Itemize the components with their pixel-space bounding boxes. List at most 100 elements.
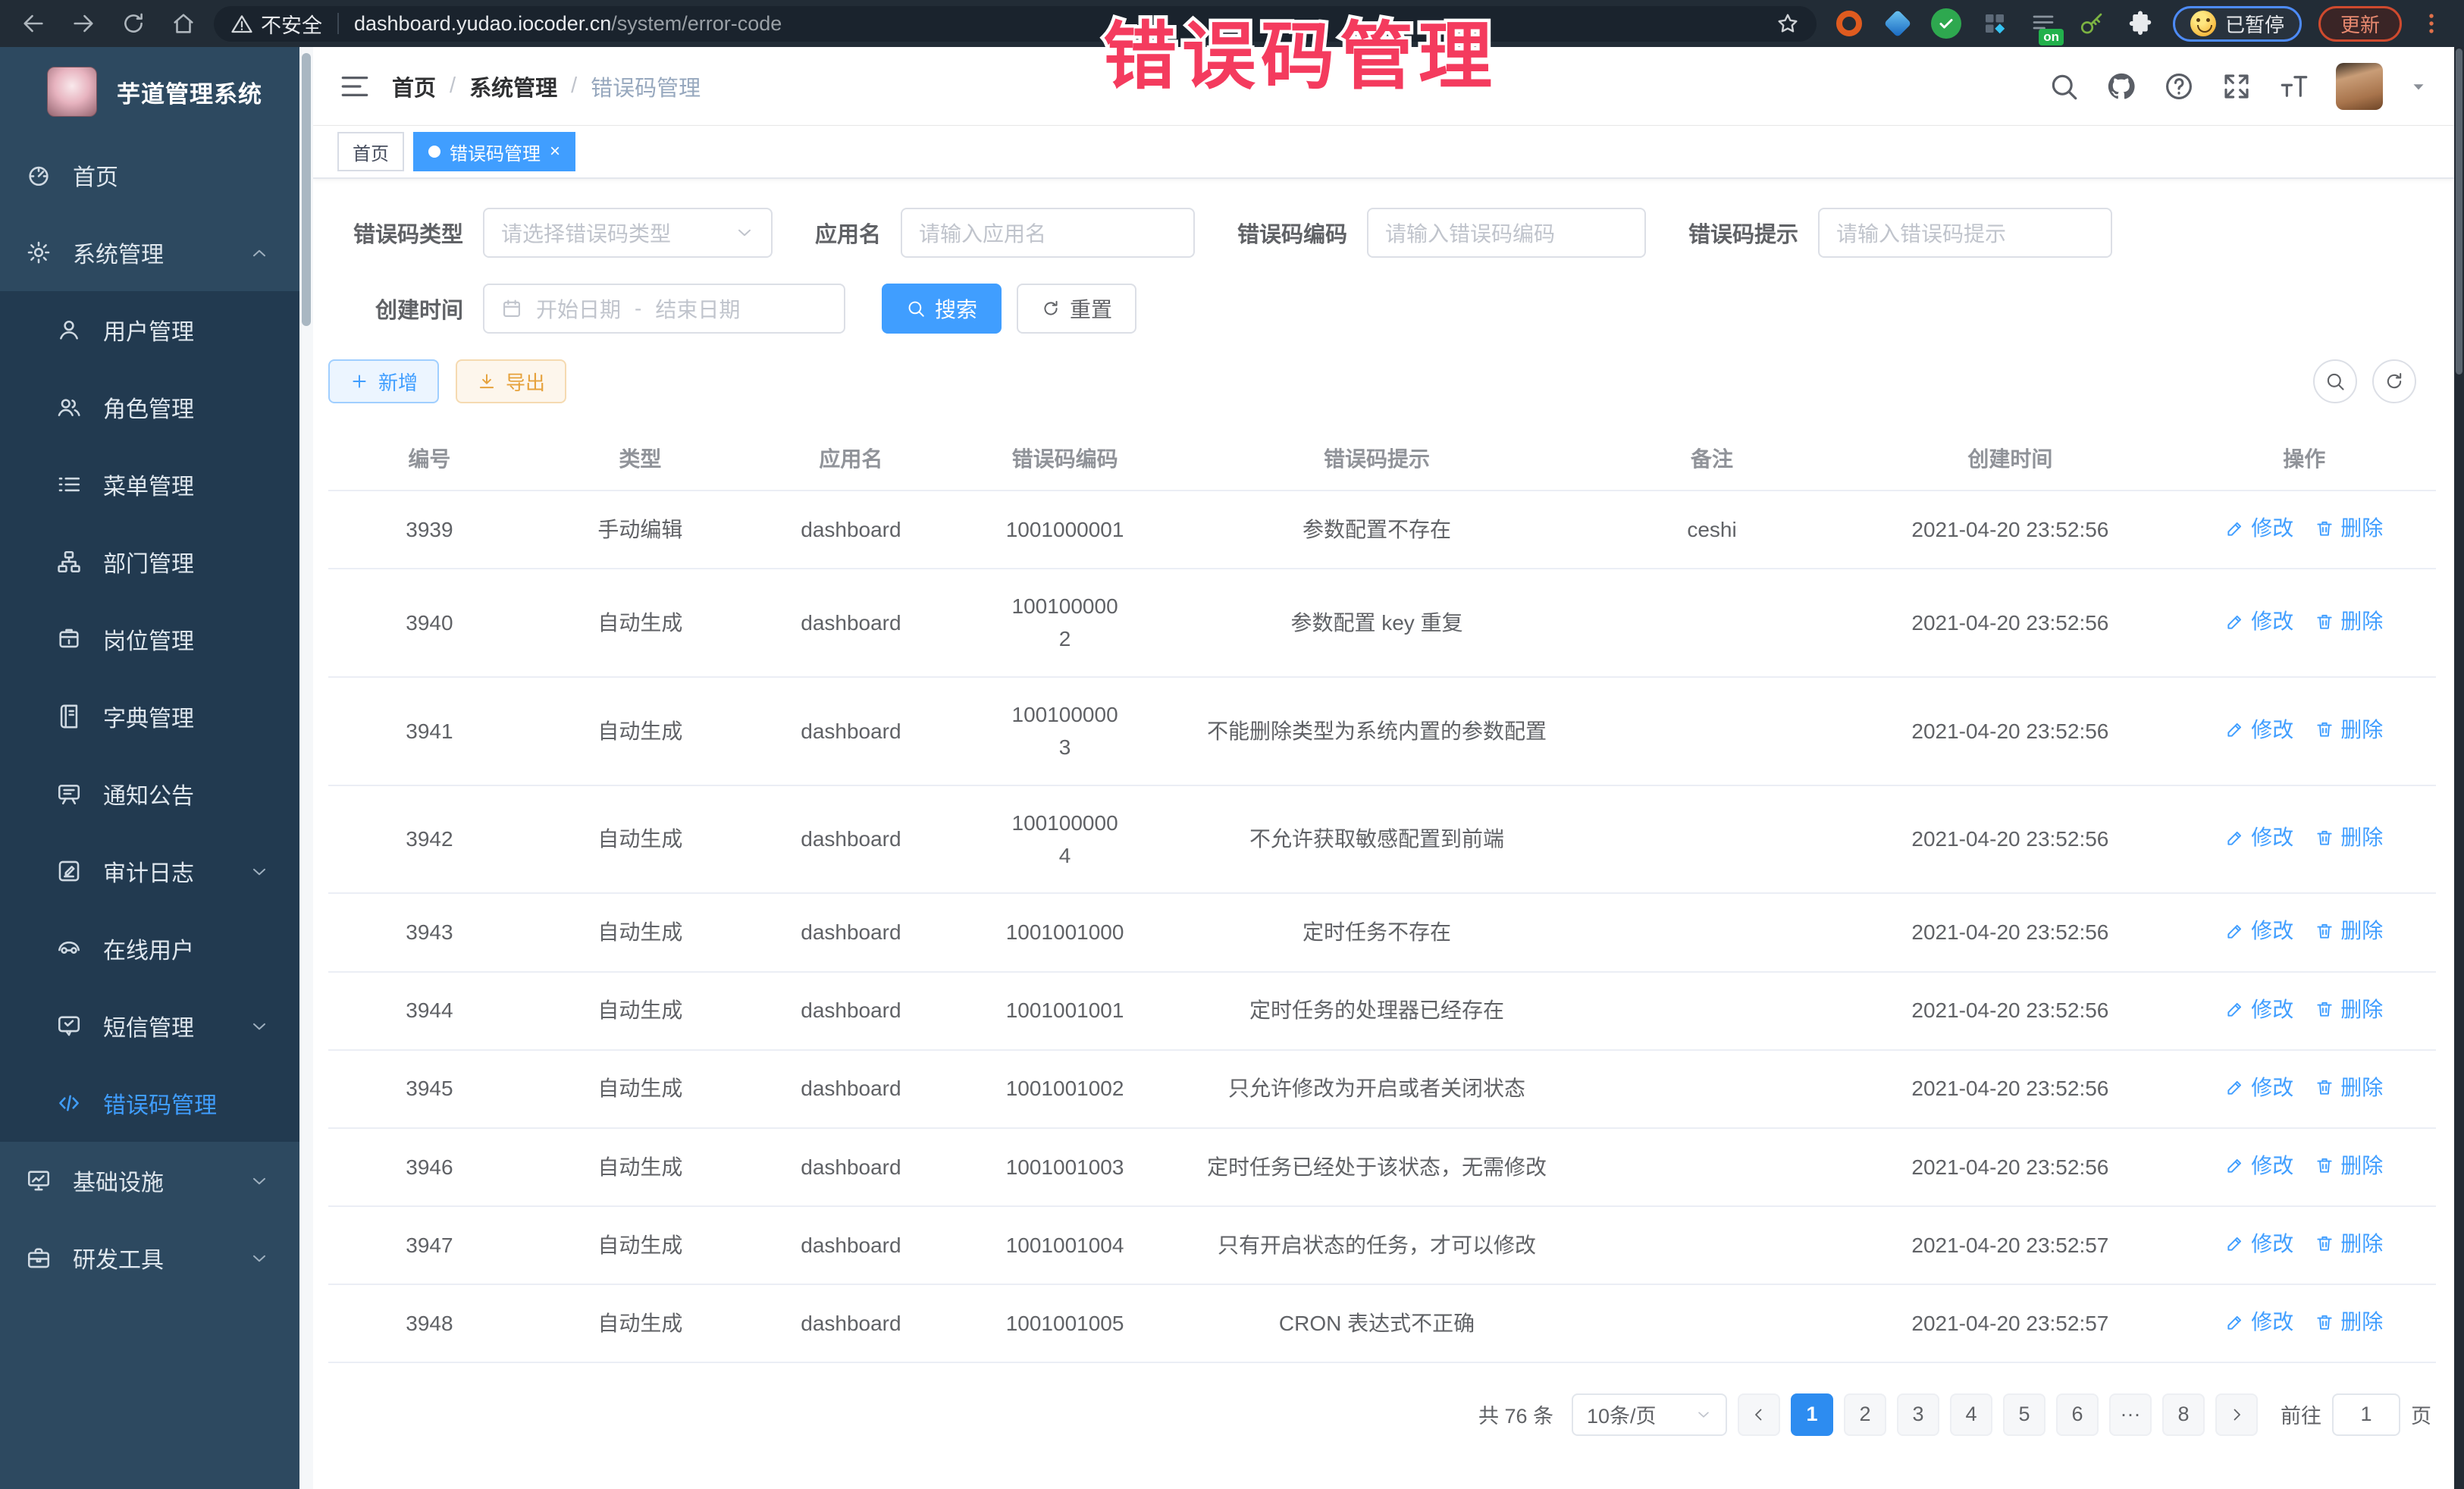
browser-home-button[interactable]: [164, 5, 203, 42]
extension-grid-icon[interactable]: [1979, 8, 2011, 39]
avatar[interactable]: [2336, 63, 2383, 110]
extension-key-icon[interactable]: [2076, 8, 2108, 39]
page-button-4[interactable]: 4: [1950, 1393, 1992, 1436]
bookmark-star-icon[interactable]: [1776, 11, 1800, 36]
edit-link[interactable]: 修改: [2225, 993, 2293, 1026]
delete-link[interactable]: 删除: [2315, 1149, 2383, 1182]
sidebar-scrollbar[interactable]: [299, 47, 313, 1489]
browser-forward-button[interactable]: [64, 5, 103, 42]
toggle-search-button[interactable]: [2313, 359, 2357, 403]
page-button-3[interactable]: 3: [1897, 1393, 1939, 1436]
extensions-puzzle-icon[interactable]: [2124, 8, 2156, 39]
edit-link[interactable]: 修改: [2225, 605, 2293, 638]
error-type-select[interactable]: 请选择错误码类型: [483, 208, 773, 258]
edit-link[interactable]: 修改: [2225, 821, 2293, 854]
sidebar-item-审计日志[interactable]: 审计日志: [0, 832, 299, 910]
browser-reload-button[interactable]: [114, 5, 153, 42]
tag-close-icon[interactable]: ×: [550, 143, 560, 161]
edit-link[interactable]: 修改: [2225, 1227, 2293, 1260]
page-size-select[interactable]: 10条/页: [1572, 1393, 1727, 1436]
page-button-1[interactable]: 1: [1791, 1393, 1833, 1436]
sidebar-item-通知公告[interactable]: 通知公告: [0, 755, 299, 832]
error-hint-input[interactable]: 请输入错误码提示: [1818, 208, 2112, 258]
reset-button[interactable]: 重置: [1017, 284, 1136, 334]
sidebar-item-部门管理[interactable]: 部门管理: [0, 523, 299, 600]
delete-link[interactable]: 删除: [2315, 1071, 2383, 1104]
extension-orange-icon[interactable]: [1833, 8, 1865, 39]
sidebar-item-系统管理[interactable]: 系统管理: [0, 214, 299, 291]
page-size-value: 10条/页: [1587, 1400, 1657, 1429]
page-button-5[interactable]: 5: [2003, 1393, 2045, 1436]
page-ellipsis[interactable]: ···: [2109, 1393, 2152, 1436]
delete-link[interactable]: 删除: [2315, 713, 2383, 746]
sidebar-item-岗位管理[interactable]: 岗位管理: [0, 600, 299, 678]
delete-link[interactable]: 删除: [2315, 993, 2383, 1026]
extension-gem-icon[interactable]: [1882, 8, 1914, 39]
paused-label: 已暂停: [2225, 10, 2284, 38]
browser-back-button[interactable]: [14, 5, 53, 42]
breadcrumb-item-系统管理[interactable]: 系统管理: [469, 71, 557, 102]
edit-link[interactable]: 修改: [2225, 914, 2293, 947]
next-page-button[interactable]: [2215, 1393, 2258, 1436]
sidebar-item-字典管理[interactable]: 字典管理: [0, 678, 299, 755]
page-scrollbar-thumb[interactable]: [2456, 49, 2462, 375]
edit-link[interactable]: 修改: [2225, 1149, 2293, 1182]
sidebar-item-label: 首页: [73, 158, 118, 192]
browser-menu-kebab-icon[interactable]: [2419, 11, 2444, 36]
app-logo[interactable]: 芋道管理系统: [0, 47, 299, 136]
font-size-icon[interactable]: [2278, 71, 2310, 102]
prev-page-button[interactable]: [1738, 1393, 1780, 1436]
tag-首页[interactable]: 首页: [337, 132, 404, 171]
edit-link[interactable]: 修改: [2225, 1306, 2293, 1338]
code-icon: [56, 1090, 82, 1116]
search-button[interactable]: 搜索: [882, 284, 1002, 334]
delete-link[interactable]: 删除: [2315, 914, 2383, 947]
header-search-icon[interactable]: [2048, 71, 2080, 102]
address-bar[interactable]: 不安全 dashboard.yudao.iocoder.cn/system/er…: [214, 6, 1817, 42]
sidebar-item-在线用户[interactable]: 在线用户: [0, 910, 299, 987]
export-button[interactable]: 导出: [456, 359, 566, 403]
error-code-input[interactable]: 请输入错误码编码: [1367, 208, 1646, 258]
edit-link[interactable]: 修改: [2225, 713, 2293, 746]
profile-paused-chip[interactable]: 已暂停: [2173, 6, 2302, 42]
page-button-2[interactable]: 2: [1844, 1393, 1886, 1436]
tag-错误码管理[interactable]: 错误码管理 ×: [413, 132, 575, 171]
goto-page-input[interactable]: 1: [2332, 1393, 2400, 1436]
sidebar-item-用户管理[interactable]: 用户管理: [0, 291, 299, 368]
edit-link[interactable]: 修改: [2225, 1071, 2293, 1104]
app-name-input[interactable]: 请输入应用名: [901, 208, 1195, 258]
sidebar-scrollbar-thumb[interactable]: [302, 53, 311, 326]
date-separator: -: [635, 296, 641, 321]
page-button-8[interactable]: 8: [2162, 1393, 2205, 1436]
tag-label: 错误码管理: [450, 139, 541, 165]
add-button[interactable]: 新增: [328, 359, 439, 403]
hamburger-icon[interactable]: [339, 71, 371, 102]
delete-link[interactable]: 删除: [2315, 1306, 2383, 1338]
delete-link[interactable]: 删除: [2315, 821, 2383, 854]
sidebar-item-基础设施[interactable]: 基础设施: [0, 1142, 299, 1219]
breadcrumb-item-首页[interactable]: 首页: [392, 71, 436, 102]
page-scrollbar[interactable]: [2454, 47, 2464, 1489]
fullscreen-icon[interactable]: [2221, 71, 2252, 102]
page-button-6[interactable]: 6: [2056, 1393, 2099, 1436]
sidebar-item-角色管理[interactable]: 角色管理: [0, 368, 299, 446]
github-icon[interactable]: [2105, 71, 2137, 102]
avatar-caret-down-icon[interactable]: [2409, 77, 2428, 96]
refresh-table-button[interactable]: [2372, 359, 2416, 403]
start-date-placeholder: 开始日期: [536, 293, 621, 324]
edit-link[interactable]: 修改: [2225, 512, 2293, 544]
sidebar-item-研发工具[interactable]: 研发工具: [0, 1219, 299, 1296]
date-range-picker[interactable]: 开始日期 - 结束日期: [483, 284, 845, 334]
delete-link[interactable]: 删除: [2315, 605, 2383, 638]
sidebar-item-菜单管理[interactable]: 菜单管理: [0, 446, 299, 523]
help-icon[interactable]: [2163, 71, 2195, 102]
extension-lines-on-icon[interactable]: on: [2027, 8, 2059, 39]
sidebar-item-错误码管理[interactable]: 错误码管理: [0, 1064, 299, 1142]
extension-green-check-icon[interactable]: [1930, 8, 1962, 39]
sidebar-item-短信管理[interactable]: 短信管理: [0, 987, 299, 1064]
delete-link[interactable]: 删除: [2315, 1227, 2383, 1260]
sidebar-item-首页[interactable]: 首页: [0, 136, 299, 214]
cell-错误码编码: 1001001005: [952, 1284, 1177, 1362]
browser-update-button[interactable]: 更新: [2318, 6, 2402, 42]
delete-link[interactable]: 删除: [2315, 512, 2383, 544]
